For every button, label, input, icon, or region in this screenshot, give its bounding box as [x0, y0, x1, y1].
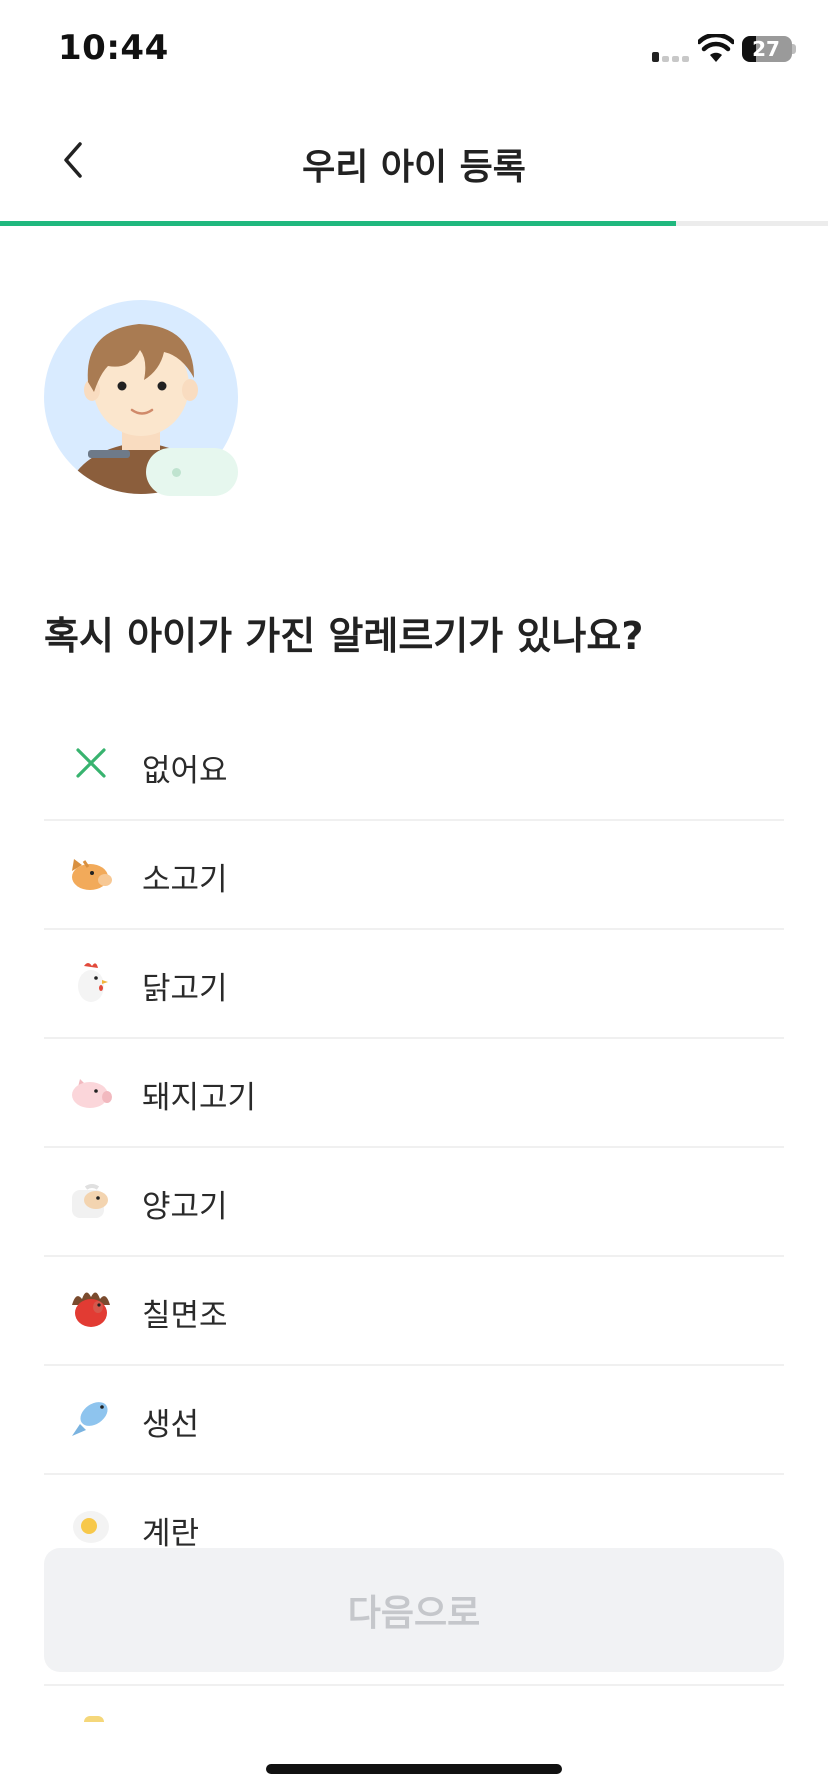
chicken-icon	[78, 963, 108, 1002]
option-label: 닭고기	[142, 971, 228, 1007]
nav-header: 우리 아이 등록	[0, 110, 828, 210]
progress-bar	[0, 221, 828, 226]
option-none[interactable]: 없어요	[44, 712, 784, 821]
home-indicator[interactable]	[266, 1764, 562, 1774]
allergy-options-list: 없어요 소고기 닭고기 돼지고기 양고기 칠면조 생선 계란	[44, 712, 784, 1584]
option-beef[interactable]: 소고기	[44, 821, 784, 930]
battery-icon: 27	[742, 36, 792, 62]
child-avatar[interactable]	[44, 300, 240, 496]
next-button[interactable]: 다음으로	[44, 1548, 784, 1672]
option-fish[interactable]: 생선	[44, 1366, 784, 1475]
page-title: 우리 아이 등록	[302, 147, 526, 188]
option-pork[interactable]: 돼지고기	[44, 1039, 784, 1148]
option-label: 돼지고기	[142, 1080, 257, 1116]
battery-tip	[792, 44, 796, 54]
option-label: 칠면조	[142, 1298, 228, 1334]
avatar-edit-badge[interactable]	[146, 448, 238, 496]
progress-bar-fill	[0, 221, 677, 226]
close-x-icon	[76, 748, 106, 778]
fish-icon	[72, 1402, 108, 1436]
status-bar: 10:44 27	[0, 0, 828, 100]
sheep-icon	[72, 1184, 108, 1218]
option-lamb[interactable]: 양고기	[44, 1148, 784, 1257]
partially-hidden-option-icon	[84, 1716, 104, 1722]
egg-icon	[73, 1511, 109, 1543]
option-label: 계란	[142, 1516, 200, 1552]
option-chicken[interactable]: 닭고기	[44, 930, 784, 1039]
wifi-icon	[698, 34, 734, 62]
option-turkey[interactable]: 칠면조	[44, 1257, 784, 1366]
status-time: 10:44	[58, 28, 169, 68]
option-label: 없어요	[142, 753, 228, 789]
option-label: 양고기	[142, 1189, 228, 1225]
option-label: 소고기	[142, 862, 228, 898]
list-divider	[44, 1684, 784, 1686]
allergy-question: 혹시 아이가 가진 알레르기가 있나요?	[44, 614, 644, 658]
option-label: 생선	[142, 1407, 200, 1443]
turkey-icon	[72, 1292, 110, 1327]
pig-icon	[72, 1079, 112, 1108]
cow-icon	[72, 859, 112, 890]
battery-level-text: 27	[752, 37, 780, 61]
cellular-signal-icon	[652, 48, 692, 62]
